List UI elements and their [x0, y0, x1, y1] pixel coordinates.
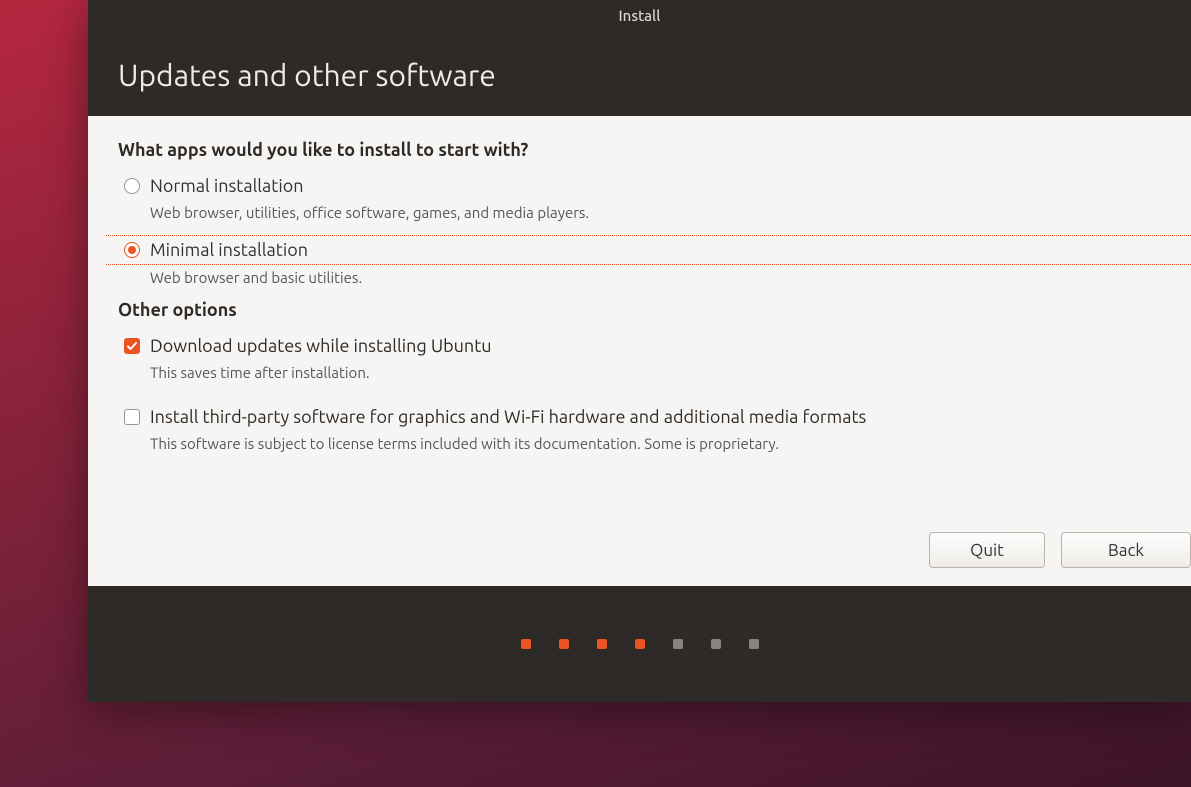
- radio-icon: [124, 178, 140, 194]
- installer-window: Install Updates and other software What …: [88, 0, 1191, 702]
- option-minimal-desc: Web browser and basic utilities.: [150, 269, 1161, 286]
- titlebar: Install: [88, 0, 1191, 30]
- button-row: Quit Back: [929, 532, 1191, 568]
- progress-dot: [749, 639, 759, 649]
- option-label: Normal installation: [150, 176, 304, 196]
- checkbox-third-party[interactable]: Install third-party software for graphic…: [118, 403, 1161, 431]
- progress-dot: [635, 639, 645, 649]
- option-minimal-install[interactable]: Minimal installation: [106, 235, 1191, 265]
- page-title: Updates and other software: [118, 58, 496, 92]
- checkbox-label: Install third-party software for graphic…: [150, 407, 866, 427]
- button-label: Back: [1108, 541, 1144, 560]
- other-options-heading: Other options: [118, 300, 1161, 320]
- back-button[interactable]: Back: [1061, 532, 1191, 568]
- checkbox-icon: [124, 338, 140, 354]
- content-area: What apps would you like to install to s…: [88, 116, 1191, 586]
- progress-dot: [711, 639, 721, 649]
- checkbox-download-updates-desc: This saves time after installation.: [150, 364, 1161, 381]
- apps-question: What apps would you like to install to s…: [118, 140, 1161, 160]
- checkbox-download-updates[interactable]: Download updates while installing Ubuntu: [118, 332, 1161, 360]
- option-normal-install[interactable]: Normal installation: [118, 172, 1161, 200]
- checkbox-label: Download updates while installing Ubuntu: [150, 336, 492, 356]
- checkbox-icon: [124, 409, 140, 425]
- progress-dots: [88, 586, 1191, 702]
- quit-button[interactable]: Quit: [929, 532, 1045, 568]
- progress-dot: [521, 639, 531, 649]
- page-header: Updates and other software: [88, 30, 1191, 116]
- option-label: Minimal installation: [150, 240, 308, 260]
- button-label: Quit: [970, 541, 1004, 560]
- progress-dot: [597, 639, 607, 649]
- window-title: Install: [619, 7, 661, 24]
- option-normal-desc: Web browser, utilities, office software,…: [150, 204, 1161, 221]
- progress-dot: [673, 639, 683, 649]
- checkbox-third-party-desc: This software is subject to license term…: [150, 435, 1161, 452]
- radio-icon: [124, 242, 140, 258]
- progress-dot: [559, 639, 569, 649]
